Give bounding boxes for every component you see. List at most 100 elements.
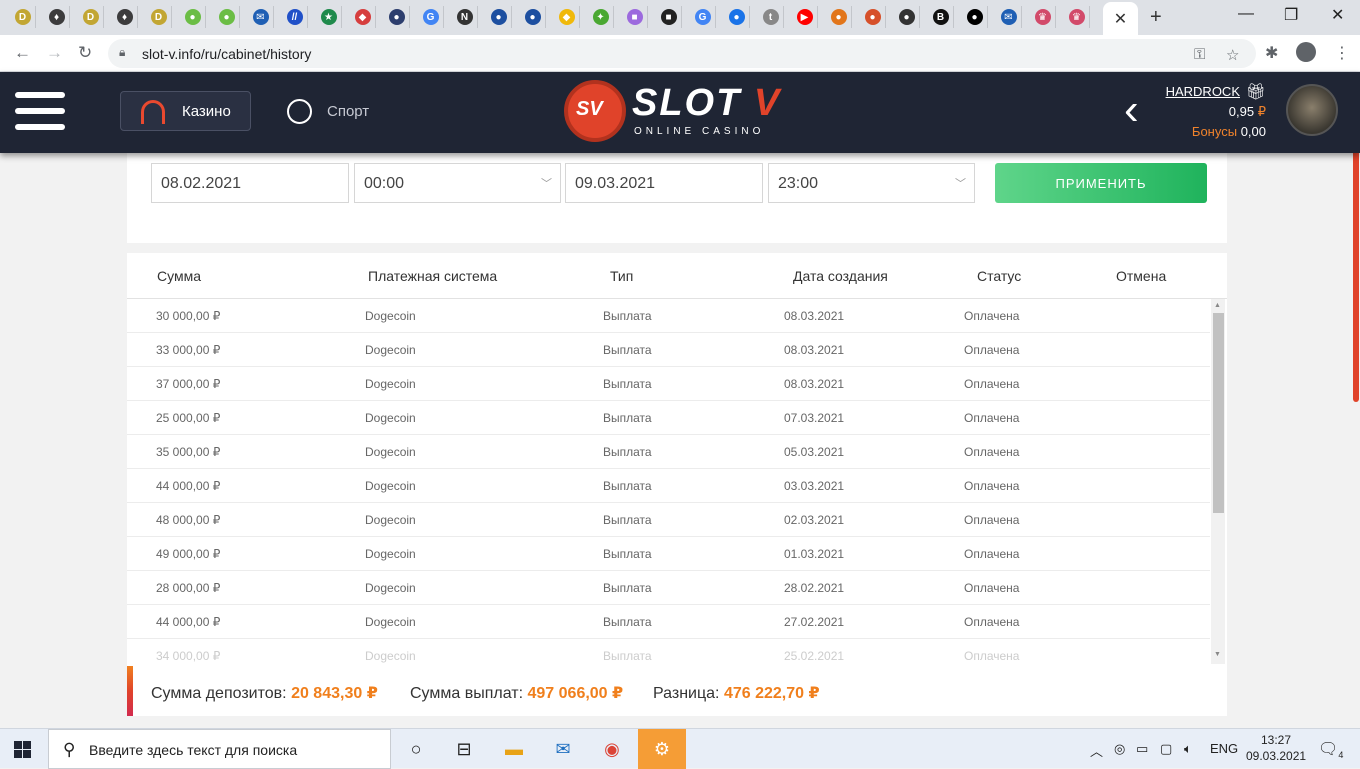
table-row[interactable]: 28 000,00 ₽ Dogecoin Выплата 28.02.2021 Опла… <box>127 571 1210 605</box>
col-status[interactable]: Статус <box>977 268 1021 284</box>
table-row[interactable]: 33 000,00 ₽ Dogecoin Выплата 08.03.2021 Опла… <box>127 333 1210 367</box>
pinned-tab[interactable]: // <box>282 6 308 28</box>
address-bar[interactable]: 🔒︎ slot-v.info/ru/cabinet/history ⚿ ☆ <box>108 39 1256 68</box>
reload-icon[interactable]: ↻ <box>78 43 92 63</box>
col-cancel[interactable]: Отмена <box>1116 268 1166 284</box>
pinned-tab[interactable]: G <box>690 6 716 28</box>
pinned-tab[interactable]: ◆ <box>554 6 580 28</box>
pinned-tab[interactable]: D <box>146 6 172 28</box>
minimize-button[interactable]: — <box>1238 5 1254 23</box>
date-from-input[interactable]: 08.02.2021 <box>151 163 349 203</box>
pinned-tab[interactable]: N <box>452 6 478 28</box>
tray-expand-icon[interactable]: ︿ <box>1090 741 1103 760</box>
table-row[interactable]: 34 000,00 ₽ Dogecoin Выплата 25.02.2021 Опла… <box>127 639 1210 664</box>
pinned-tab[interactable]: ✉ <box>996 6 1022 28</box>
time-from-select[interactable]: 00:00 ﹀ <box>354 163 561 203</box>
key-icon[interactable]: ⚿ <box>1194 46 1205 63</box>
scroll-down-icon[interactable]: ▼ <box>1214 651 1221 658</box>
new-tab-button[interactable]: + <box>1150 6 1162 29</box>
table-row[interactable]: 44 000,00 ₽ Dogecoin Выплата 27.02.2021 Опла… <box>127 605 1210 639</box>
active-tab[interactable]: ✕ <box>1103 2 1138 35</box>
pinned-tab[interactable]: ● <box>384 6 410 28</box>
col-type[interactable]: Тип <box>610 268 633 284</box>
pinned-tab[interactable]: ● <box>214 6 240 28</box>
pinned-tab[interactable]: ● <box>724 6 750 28</box>
table-row[interactable]: 49 000,00 ₽ Dogecoin Выплата 01.03.2021 Опла… <box>127 537 1210 571</box>
windows-start-icon[interactable] <box>14 741 32 758</box>
network-icon[interactable]: ▢ <box>1160 741 1172 757</box>
pinned-tab[interactable]: B <box>928 6 954 28</box>
pinned-tab[interactable]: ● <box>180 6 206 28</box>
forward-icon[interactable]: → <box>46 43 63 63</box>
date-to-input[interactable]: 09.03.2021 <box>565 163 763 203</box>
pinned-tab[interactable]: ♛ <box>1064 6 1090 28</box>
pinned-tab[interactable]: ▶ <box>792 6 818 28</box>
bookmark-star-icon[interactable]: ☆ <box>1226 46 1239 64</box>
casino-nav-button[interactable]: Казино <box>120 91 251 131</box>
pinned-tab[interactable]: ♦ <box>44 6 70 28</box>
table-scrollbar[interactable]: ▲ ▼ <box>1211 299 1225 664</box>
url-text[interactable]: slot-v.info/ru/cabinet/history <box>142 46 311 62</box>
close-tab-icon[interactable]: ✕ <box>1114 9 1127 29</box>
chrome-icon[interactable]: ◉ <box>600 737 624 761</box>
pinned-tab[interactable]: ♛ <box>1030 6 1056 28</box>
apply-button[interactable]: ПРИМЕНИТЬ <box>995 163 1207 203</box>
pinned-tab[interactable]: ● <box>962 6 988 28</box>
pinned-tab[interactable]: ● <box>894 6 920 28</box>
pinned-tab[interactable]: ● <box>486 6 512 28</box>
table-row[interactable]: 37 000,00 ₽ Dogecoin Выплата 08.03.2021 Опла… <box>127 367 1210 401</box>
page-scrollbar[interactable] <box>1352 72 1360 728</box>
col-payment-system[interactable]: Платежная система <box>368 268 497 284</box>
col-created-date[interactable]: Дата создания <box>793 268 888 284</box>
language-indicator[interactable]: ENG <box>1210 741 1238 756</box>
pinned-tab[interactable]: ★ <box>316 6 342 28</box>
lock-icon[interactable]: 🔒︎ <box>119 45 125 60</box>
scroll-up-icon[interactable]: ▲ <box>1214 302 1221 309</box>
pinned-tab[interactable]: ● <box>860 6 886 28</box>
table-row[interactable]: 30 000,00 ₽ Dogecoin Выплата 08.03.2021 Опла… <box>127 299 1210 333</box>
site-logo[interactable]: SV SLOT V ONLINE CASINO <box>564 80 794 144</box>
page-scrollbar-thumb[interactable] <box>1353 140 1359 402</box>
table-row[interactable]: 25 000,00 ₽ Dogecoin Выплата 07.03.2021 Опла… <box>127 401 1210 435</box>
hamburger-menu-icon[interactable] <box>15 92 65 132</box>
tray-device-icon[interactable]: ▭ <box>1136 741 1148 757</box>
table-row[interactable]: 44 000,00 ₽ Dogecoin Выплата 03.03.2021 Опла… <box>127 469 1210 503</box>
file-explorer-icon[interactable]: ▬ <box>502 737 526 761</box>
active-taskbar-app[interactable]: ⚙ <box>638 729 686 769</box>
cortana-icon[interactable]: ○ <box>404 737 428 761</box>
avatar[interactable] <box>1286 84 1338 136</box>
gift-icon[interactable]: 🎁︎ <box>1246 82 1266 102</box>
table-row[interactable]: 35 000,00 ₽ Dogecoin Выплата 05.03.2021 Опла… <box>127 435 1210 469</box>
task-view-icon[interactable]: ⊟ <box>452 737 476 761</box>
col-amount[interactable]: Сумма <box>157 268 201 284</box>
pinned-tab[interactable]: ✦ <box>588 6 614 28</box>
tray-app-icon[interactable]: ◎ <box>1114 741 1125 757</box>
time-to-select[interactable]: 23:00 ﹀ <box>768 163 975 203</box>
table-scrollbar-thumb[interactable] <box>1213 313 1224 513</box>
pinned-tab[interactable]: ✉ <box>248 6 274 28</box>
table-row[interactable]: 48 000,00 ₽ Dogecoin Выплата 02.03.2021 Опла… <box>127 503 1210 537</box>
username-link[interactable]: HARDROCK <box>1166 84 1240 99</box>
maximize-button[interactable]: ❐ <box>1284 5 1298 25</box>
clock[interactable]: 13:27 09.03.2021 <box>1246 732 1306 764</box>
pinned-tab[interactable]: ■ <box>622 6 648 28</box>
pinned-tab[interactable]: ● <box>520 6 546 28</box>
back-icon[interactable]: ← <box>14 43 31 63</box>
close-window-button[interactable]: ✕ <box>1331 5 1344 25</box>
pinned-tab[interactable]: D <box>10 6 36 28</box>
profile-icon[interactable] <box>1296 42 1316 62</box>
pinned-tab[interactable]: ● <box>826 6 852 28</box>
pinned-tab[interactable]: ♦ <box>112 6 138 28</box>
pinned-tab[interactable]: ■ <box>656 6 682 28</box>
volume-icon[interactable]: 🔈︎ <box>1184 741 1192 757</box>
menu-dots-icon[interactable]: ⋮ <box>1334 43 1350 63</box>
taskbar-search-box[interactable]: ⚲ Введите здесь текст для поиска <box>48 729 391 769</box>
extensions-icon[interactable]: ✱ <box>1265 43 1278 63</box>
notifications-icon[interactable]: 🗨︎4 <box>1318 739 1343 760</box>
pinned-tab[interactable]: G <box>418 6 444 28</box>
pinned-tab[interactable]: t <box>758 6 784 28</box>
pinned-tab[interactable]: ◆ <box>350 6 376 28</box>
mail-icon[interactable]: ✉ <box>551 737 575 761</box>
collapse-arrow-icon[interactable]: ‹ <box>1124 88 1139 132</box>
pinned-tab[interactable]: D <box>78 6 104 28</box>
